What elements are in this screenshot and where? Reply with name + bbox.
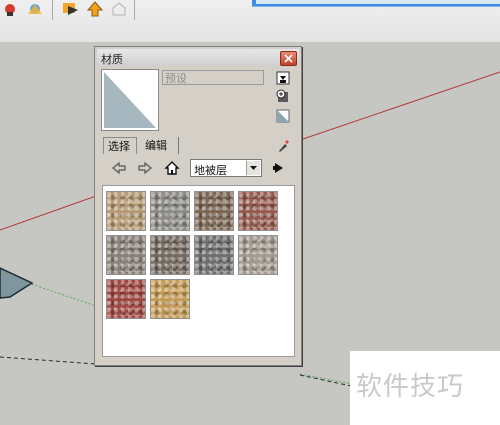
material-swatch-gravel-dark-brown[interactable] xyxy=(150,235,190,275)
library-select[interactable]: 地被层 xyxy=(190,159,262,177)
material-swatch-gravel-dark-gray[interactable] xyxy=(194,235,234,275)
tool-button-walk[interactable] xyxy=(2,0,24,18)
material-swatch-pebbles-brown[interactable] xyxy=(194,191,234,231)
position-camera-icon xyxy=(28,4,42,14)
toggle-secondary-pane-icon xyxy=(276,71,290,85)
material-swatch-gravel-crimson[interactable] xyxy=(106,279,146,319)
tool-button-position-camera[interactable] xyxy=(24,0,46,18)
panel-title: 材质 xyxy=(101,53,123,66)
walk-icon xyxy=(5,4,15,16)
tab-select[interactable]: 选择 xyxy=(103,137,137,154)
material-preview xyxy=(101,69,159,131)
home-button[interactable] xyxy=(164,160,180,176)
dropdown-button[interactable] xyxy=(246,161,260,175)
default-material-icon xyxy=(276,109,290,123)
material-swatch-gravel-gray[interactable] xyxy=(150,191,190,231)
tab-edit[interactable]: 编辑 xyxy=(141,137,179,154)
panel-titlebar[interactable]: 材质 xyxy=(97,49,299,66)
home-icon xyxy=(164,161,180,175)
tool-button-share[interactable] xyxy=(108,0,130,18)
material-swatch-sand-ochre[interactable] xyxy=(150,279,190,319)
toolbar-separator xyxy=(52,0,53,20)
default-material-swatch xyxy=(104,72,156,128)
material-swatch-gravel-beige[interactable] xyxy=(238,235,278,275)
material-swatch-gravel-red[interactable] xyxy=(238,191,278,231)
material-swatch-grid xyxy=(102,185,295,357)
close-button[interactable] xyxy=(280,51,297,66)
details-button[interactable] xyxy=(271,160,287,176)
watermark-text: 软件技巧 xyxy=(356,372,465,402)
material-swatch-gravel-mixed[interactable] xyxy=(106,235,146,275)
section-plane-icon xyxy=(63,3,78,15)
forward-arrow-icon xyxy=(138,161,152,175)
materials-panel: 材质 预设 选择 编辑 地被层 xyxy=(94,46,302,366)
toolbar-separator xyxy=(134,0,135,20)
share-component-icon xyxy=(112,2,126,16)
tool-button-upload[interactable] xyxy=(84,0,106,18)
default-material-button[interactable] xyxy=(276,109,290,123)
upload-model-icon xyxy=(86,1,104,17)
tool-button-section[interactable] xyxy=(60,0,82,18)
chevron-down-icon xyxy=(250,166,257,170)
material-swatch-gravel-tan[interactable] xyxy=(106,191,146,231)
eyedropper-icon xyxy=(279,140,289,152)
display-secondary-pane-button[interactable] xyxy=(276,71,290,85)
sample-paint-button[interactable] xyxy=(276,139,290,153)
material-name-field[interactable]: 预设 xyxy=(162,70,264,85)
create-material-icon xyxy=(276,89,288,102)
library-select-value: 地被层 xyxy=(194,164,227,177)
back-arrow-icon xyxy=(112,161,126,175)
create-material-button[interactable] xyxy=(276,89,290,103)
window-title-strip-highlight xyxy=(256,0,500,4)
back-button[interactable] xyxy=(111,160,127,176)
library-navigation: 地被层 xyxy=(101,159,295,179)
forward-button[interactable] xyxy=(137,160,153,176)
details-arrow-icon xyxy=(273,163,283,173)
close-icon xyxy=(284,54,293,63)
